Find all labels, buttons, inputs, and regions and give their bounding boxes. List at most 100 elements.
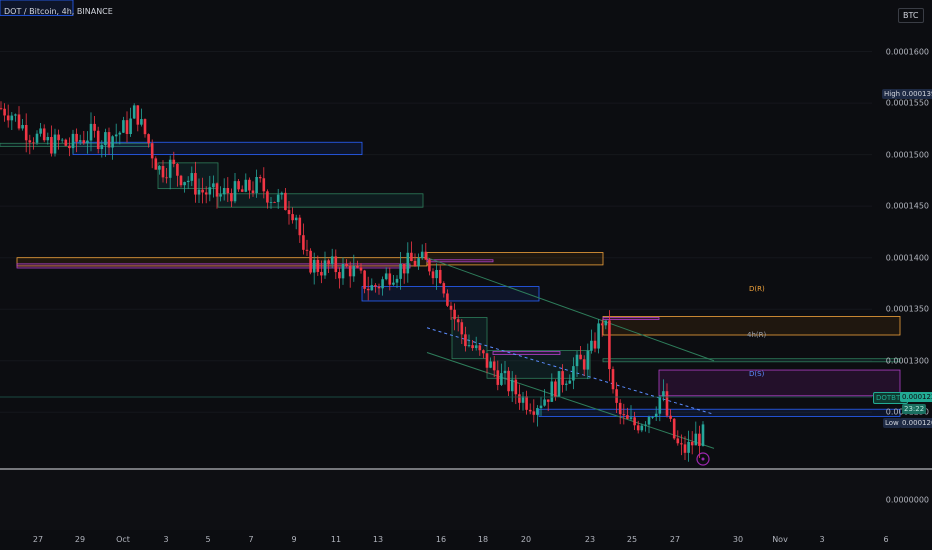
candle-down [194, 173, 197, 195]
candle-up [168, 159, 172, 178]
candle-up [564, 383, 568, 385]
x-tick-label: 11 [330, 535, 342, 544]
zone-green [602, 358, 901, 363]
candle-down [302, 235, 305, 250]
candle-down [593, 340, 597, 349]
zone-orange [426, 252, 604, 266]
candle-up [543, 399, 546, 406]
countdown-label: 23:22 [902, 404, 927, 414]
grid-layer [0, 51, 872, 413]
candle-down [107, 132, 111, 148]
candle-down [626, 415, 629, 419]
candle-up [590, 340, 593, 351]
candle-down [147, 134, 150, 144]
x-tick-label: 18 [477, 535, 489, 544]
candle-down [136, 105, 140, 125]
candle-up [539, 405, 543, 409]
candle-down [518, 394, 521, 403]
candle-down [611, 369, 615, 390]
candle-down [492, 361, 496, 371]
candle-down [327, 260, 330, 265]
candle-down [201, 189, 204, 193]
candle-up [39, 128, 42, 134]
candle-down [161, 166, 165, 178]
candle-up [21, 125, 24, 129]
candle-up [662, 391, 665, 397]
zone-purple [602, 317, 660, 320]
candle-down [24, 125, 28, 141]
candle-up [392, 282, 395, 285]
candle-up [503, 370, 507, 374]
candle-down [608, 320, 611, 370]
candle-down [636, 425, 640, 431]
candle-down [75, 133, 78, 142]
candle-down [338, 272, 341, 279]
candle-down [377, 286, 381, 289]
candle-down [438, 269, 442, 284]
candle-up [572, 366, 575, 381]
candle-down [179, 175, 183, 186]
candle-down [579, 354, 582, 360]
candle-up [53, 134, 57, 154]
candle-down [50, 136, 53, 154]
candle-up [294, 217, 298, 221]
candle-down [284, 192, 287, 211]
candle-up [467, 345, 471, 347]
candle-up [687, 441, 690, 453]
price-chart[interactable] [0, 0, 932, 550]
candle-down [482, 350, 485, 354]
candle-up [510, 379, 514, 392]
candle-down [618, 402, 622, 415]
candle-down [528, 409, 532, 412]
candle-down [410, 252, 413, 261]
candle-down [525, 396, 528, 410]
x-tick-label: 30 [732, 535, 744, 544]
candle-up [158, 166, 161, 170]
candle-down [496, 370, 500, 385]
candle-down [64, 139, 68, 146]
candle-up [435, 269, 438, 279]
candle-down [154, 158, 158, 170]
candle-up [550, 381, 554, 402]
candle-up [640, 425, 644, 431]
candle-down [388, 273, 392, 285]
candle-down [363, 270, 366, 289]
candle-down [442, 283, 446, 294]
low-value: 0.0001207 [900, 418, 932, 428]
candle-up [60, 139, 64, 141]
candle-up [100, 145, 104, 150]
candle-up [629, 417, 633, 419]
currency-badge[interactable]: BTC [898, 8, 924, 23]
zone-layer [0, 0, 901, 417]
candle-down [258, 176, 262, 179]
candle-down [453, 309, 456, 320]
x-tick-label: 6 [883, 535, 889, 544]
x-tick-label: 3 [819, 535, 825, 544]
x-tick-label: 25 [626, 535, 638, 544]
candle-down [374, 285, 377, 287]
candle-down [334, 256, 338, 273]
candle-down [309, 250, 312, 273]
candle-up [568, 380, 572, 384]
candle-up [111, 136, 114, 148]
candle-down [17, 114, 21, 129]
candle-down [68, 145, 71, 149]
candle-up [370, 285, 374, 291]
candle-down [320, 271, 323, 276]
candle-down [622, 414, 626, 416]
candle-up [219, 194, 222, 197]
candle-up [118, 132, 122, 135]
x-tick-label: Oct [116, 535, 130, 544]
candle-up [586, 350, 590, 370]
candle-up [395, 278, 399, 283]
candle-up [140, 119, 143, 125]
candle-down [266, 191, 269, 203]
candle-down [356, 266, 359, 268]
candle-down [683, 444, 687, 453]
candle-up [406, 252, 410, 274]
x-tick-label: 7 [248, 535, 254, 544]
candle-down [582, 359, 586, 370]
candle-down [240, 189, 244, 192]
candle-up [280, 192, 284, 195]
y-tick-label: 0.0001400 [885, 253, 929, 263]
